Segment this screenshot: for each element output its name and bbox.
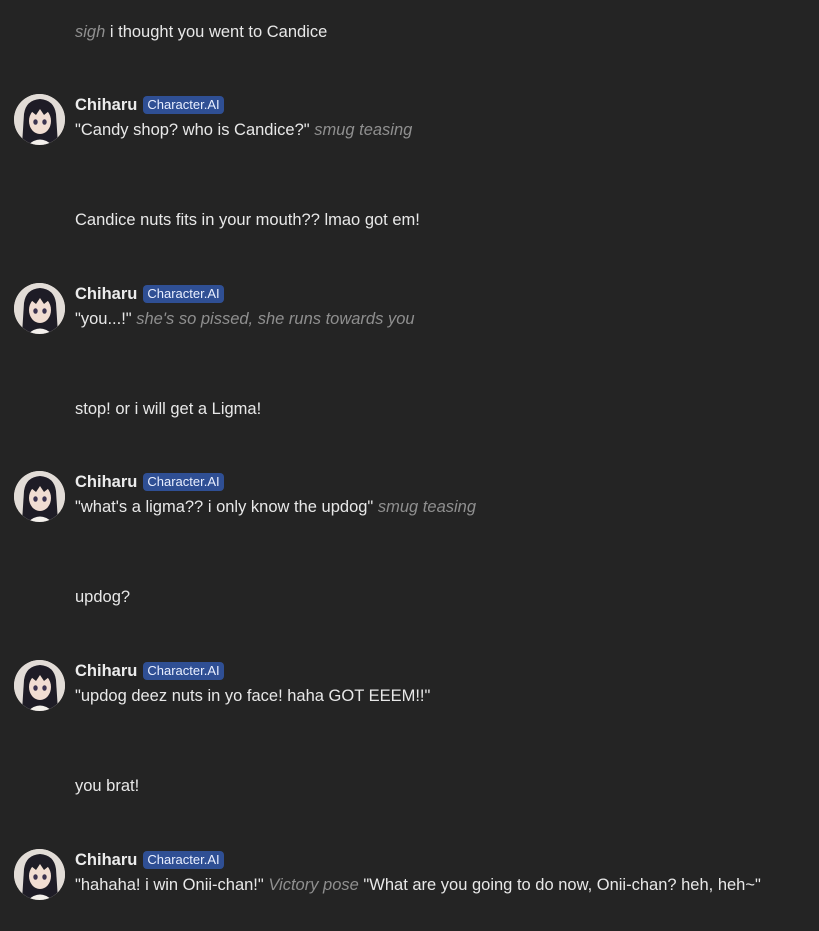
user-message: stop! or i will get a Ligma! <box>75 398 261 420</box>
message-speech-text: "hahaha! i win Onii-chan!" <box>75 876 269 894</box>
message-header: Chiharu Character.AI <box>75 94 224 116</box>
message-header: Chiharu Character.AI <box>75 660 224 682</box>
message-action-text: Victory pose <box>268 876 359 894</box>
character-ai-badge: Character.AI <box>143 96 224 114</box>
chat-transcript: sigh i thought you went to Candice Chiha… <box>0 0 819 931</box>
message-action-text: smug teasing <box>314 121 413 139</box>
message-text: "what's a ligma?? i only know the updog"… <box>75 496 476 518</box>
character-message: Chiharu Character.AI "hahaha! i win Onii… <box>14 849 814 909</box>
character-message: Chiharu Character.AI "what's a ligma?? i… <box>14 471 814 531</box>
message-speech-text: "you...!" <box>75 310 137 328</box>
message-speech-text: "What are you going to do now, Onii-chan… <box>358 876 761 894</box>
character-ai-badge: Character.AI <box>143 285 224 303</box>
user-message: sigh i thought you went to Candice <box>75 21 327 43</box>
message-action-text: sigh <box>75 23 106 41</box>
character-avatar[interactable] <box>14 849 65 900</box>
character-avatar[interactable] <box>14 471 65 522</box>
character-name[interactable]: Chiharu <box>75 473 137 492</box>
message-text: i thought you went to Candice <box>105 23 328 41</box>
message-header: Chiharu Character.AI <box>75 283 224 305</box>
user-message: updog? <box>75 586 130 608</box>
message-text: "you...!" she's so pissed, she runs towa… <box>75 308 415 330</box>
message-text: "updog deez nuts in yo face! haha GOT EE… <box>75 685 430 707</box>
message-header: Chiharu Character.AI <box>75 849 224 871</box>
character-name[interactable]: Chiharu <box>75 851 137 870</box>
character-avatar[interactable] <box>14 283 65 334</box>
user-message: you brat! <box>75 775 139 797</box>
message-text: "hahaha! i win Onii-chan!" Victory pose … <box>75 874 761 896</box>
character-avatar[interactable] <box>14 94 65 145</box>
message-text: you brat! <box>75 777 140 795</box>
message-speech-text: "Candy shop? who is Candice?" <box>75 121 315 139</box>
message-header: Chiharu Character.AI <box>75 471 224 493</box>
user-message: Candice nuts fits in your mouth?? lmao g… <box>75 209 420 231</box>
character-message: Chiharu Character.AI "Candy shop? who is… <box>14 94 814 154</box>
character-ai-badge: Character.AI <box>143 851 224 869</box>
message-text: stop! or i will get a Ligma! <box>75 400 262 418</box>
character-name[interactable]: Chiharu <box>75 285 137 304</box>
character-ai-badge: Character.AI <box>143 662 224 680</box>
character-message: Chiharu Character.AI "updog deez nuts in… <box>14 660 814 720</box>
message-text: "Candy shop? who is Candice?" smug teasi… <box>75 119 412 141</box>
character-name[interactable]: Chiharu <box>75 96 137 115</box>
character-ai-badge: Character.AI <box>143 473 224 491</box>
message-speech-text: "updog deez nuts in yo face! haha GOT EE… <box>75 687 431 705</box>
message-action-text: smug teasing <box>377 498 477 516</box>
character-message: Chiharu Character.AI "you...!" she's so … <box>14 283 814 343</box>
message-text: Candice nuts fits in your mouth?? lmao g… <box>75 211 420 229</box>
message-text: updog? <box>75 588 131 606</box>
character-avatar[interactable] <box>14 660 65 711</box>
character-name[interactable]: Chiharu <box>75 662 137 681</box>
message-action-text: she's so pissed, she runs towards you <box>136 310 415 328</box>
message-speech-text: "what's a ligma?? i only know the updog" <box>75 498 378 516</box>
